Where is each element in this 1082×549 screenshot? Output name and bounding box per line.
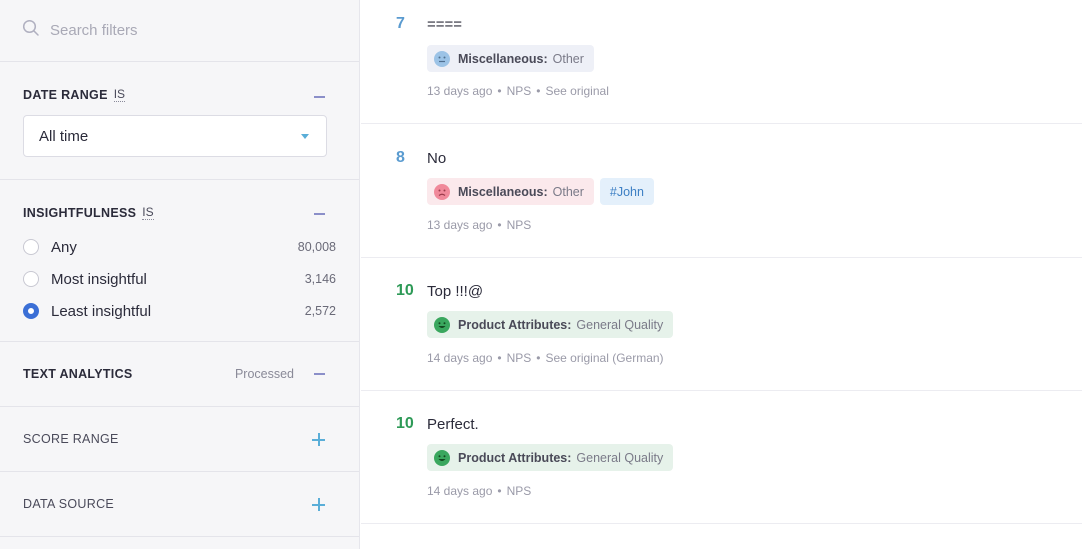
response-age: 14 days ago — [427, 351, 493, 365]
insightfulness-operator[interactable]: IS — [142, 206, 154, 220]
date-range-header: DATE RANGE IS — [23, 87, 336, 103]
nps-score: 8 — [396, 149, 405, 166]
radio-label: Most insightful — [51, 270, 147, 288]
response-source: NPS — [506, 218, 532, 232]
radio-label: Least insightful — [51, 302, 152, 320]
expand-plus-icon[interactable] — [312, 498, 325, 511]
filters-sidebar: DATE RANGE IS All time INSIGHTFULNESS IS… — [0, 0, 360, 549]
radio-count: 3,146 — [304, 272, 336, 286]
tag-value: General Quality — [576, 450, 664, 465]
radio-button-checked[interactable] — [23, 303, 39, 319]
category-tag[interactable]: Miscellaneous: Other — [427, 178, 594, 205]
response-age: 14 days ago — [427, 484, 493, 498]
collapse-minus-icon[interactable] — [314, 213, 325, 215]
hashtag-tag[interactable]: #John — [599, 178, 654, 205]
response-comment: ==== — [427, 16, 463, 33]
tag-category: Miscellaneous: — [458, 184, 548, 199]
search-filters-input[interactable] — [50, 22, 330, 39]
search-icon — [22, 19, 40, 42]
radio-count: 2,572 — [304, 304, 336, 318]
expand-plus-icon[interactable] — [312, 433, 325, 446]
sad-face-icon — [434, 183, 450, 200]
data-source-title: DATA SOURCE — [23, 497, 115, 511]
response-age: 13 days ago — [427, 84, 493, 98]
radio-label: Any — [51, 238, 77, 256]
response-feed: 7 ==== Miscellaneous: Other 13 days ago •… — [361, 0, 1082, 549]
insightfulness-filter: INSIGHTFULNESS IS Any 80,008 Most insigh… — [0, 180, 359, 342]
response-meta: 13 days ago • NPS • See original — [427, 84, 609, 98]
radio-button[interactable] — [23, 239, 39, 255]
neutral-face-icon — [434, 50, 450, 67]
nps-score: 10 — [396, 415, 414, 432]
response-card[interactable]: 8 No Miscellaneous: Other #John 13 days … — [361, 125, 1082, 258]
tag-category: Miscellaneous: — [458, 51, 548, 66]
insightfulness-options: Any 80,008 Most insightful 3,146 Least i… — [23, 231, 336, 327]
date-range-filter: DATE RANGE IS All time — [0, 62, 359, 180]
tag-value: Other — [552, 51, 584, 66]
radio-option-least-insightful[interactable]: Least insightful 2,572 — [23, 295, 336, 327]
response-meta: 13 days ago • NPS — [427, 218, 532, 232]
text-analytics-status: Processed — [234, 367, 294, 381]
data-source-filter[interactable]: DATA SOURCE — [0, 472, 359, 537]
collapse-minus-icon[interactable] — [314, 96, 325, 98]
nps-score: 7 — [396, 15, 405, 32]
tag-list: Product Attributes: General Quality — [427, 311, 674, 338]
score-range-title: SCORE RANGE — [23, 432, 119, 446]
tag-value: General Quality — [576, 317, 664, 332]
radio-option-most-insightful[interactable]: Most insightful 3,146 — [23, 263, 336, 295]
caret-down-icon — [301, 134, 309, 139]
date-range-title: DATE RANGE — [23, 88, 108, 102]
see-original-link[interactable]: See original (German) — [545, 351, 663, 365]
tag-value: Other — [552, 184, 584, 199]
radio-option-any[interactable]: Any 80,008 — [23, 231, 336, 263]
radio-button[interactable] — [23, 271, 39, 287]
date-range-operator[interactable]: IS — [113, 88, 126, 102]
response-source: NPS — [506, 351, 532, 365]
insightfulness-title: INSIGHTFULNESS — [23, 206, 137, 220]
response-source: NPS — [506, 484, 532, 498]
insightfulness-header: INSIGHTFULNESS IS — [23, 205, 336, 221]
tag-category: Product Attributes: — [458, 450, 572, 465]
tag-list: Product Attributes: General Quality — [427, 444, 674, 471]
score-range-filter[interactable]: SCORE RANGE — [0, 407, 359, 472]
happy-face-icon — [434, 449, 450, 466]
category-tag[interactable]: Miscellaneous: Other — [427, 45, 594, 72]
response-comment: Perfect. — [427, 416, 479, 433]
text-analytics-filter: TEXT ANALYTICS Processed — [0, 342, 359, 407]
radio-count: 80,008 — [297, 240, 336, 254]
response-card[interactable]: 10 Top !!!@ Product Attributes: General … — [361, 258, 1082, 391]
search-bar — [0, 0, 359, 62]
tag-category: Product Attributes: — [458, 317, 572, 332]
response-source: NPS — [506, 84, 532, 98]
tag-list: Miscellaneous: Other — [427, 45, 594, 72]
response-comment: No — [427, 150, 447, 167]
response-meta: 14 days ago • NPS — [427, 484, 532, 498]
see-original-link[interactable]: See original — [545, 84, 608, 98]
tag-list: Miscellaneous: Other #John — [427, 178, 654, 205]
response-comment: Top !!!@ — [427, 283, 484, 300]
response-card[interactable]: 10 Perfect. Product Attributes: General … — [361, 391, 1082, 524]
category-tag[interactable]: Product Attributes: General Quality — [427, 444, 674, 471]
response-card[interactable]: 7 ==== Miscellaneous: Other 13 days ago •… — [361, 0, 1082, 124]
text-analytics-title: TEXT ANALYTICS — [23, 367, 133, 381]
category-tag[interactable]: Product Attributes: General Quality — [427, 311, 674, 338]
happy-face-icon — [434, 316, 450, 333]
collapse-minus-icon[interactable] — [314, 373, 325, 375]
date-range-select[interactable]: All time — [23, 115, 327, 157]
response-age: 13 days ago — [427, 218, 493, 232]
date-range-selected-value: All time — [39, 127, 89, 145]
response-meta: 14 days ago • NPS • See original (German) — [427, 351, 664, 365]
nps-score: 10 — [396, 282, 414, 299]
